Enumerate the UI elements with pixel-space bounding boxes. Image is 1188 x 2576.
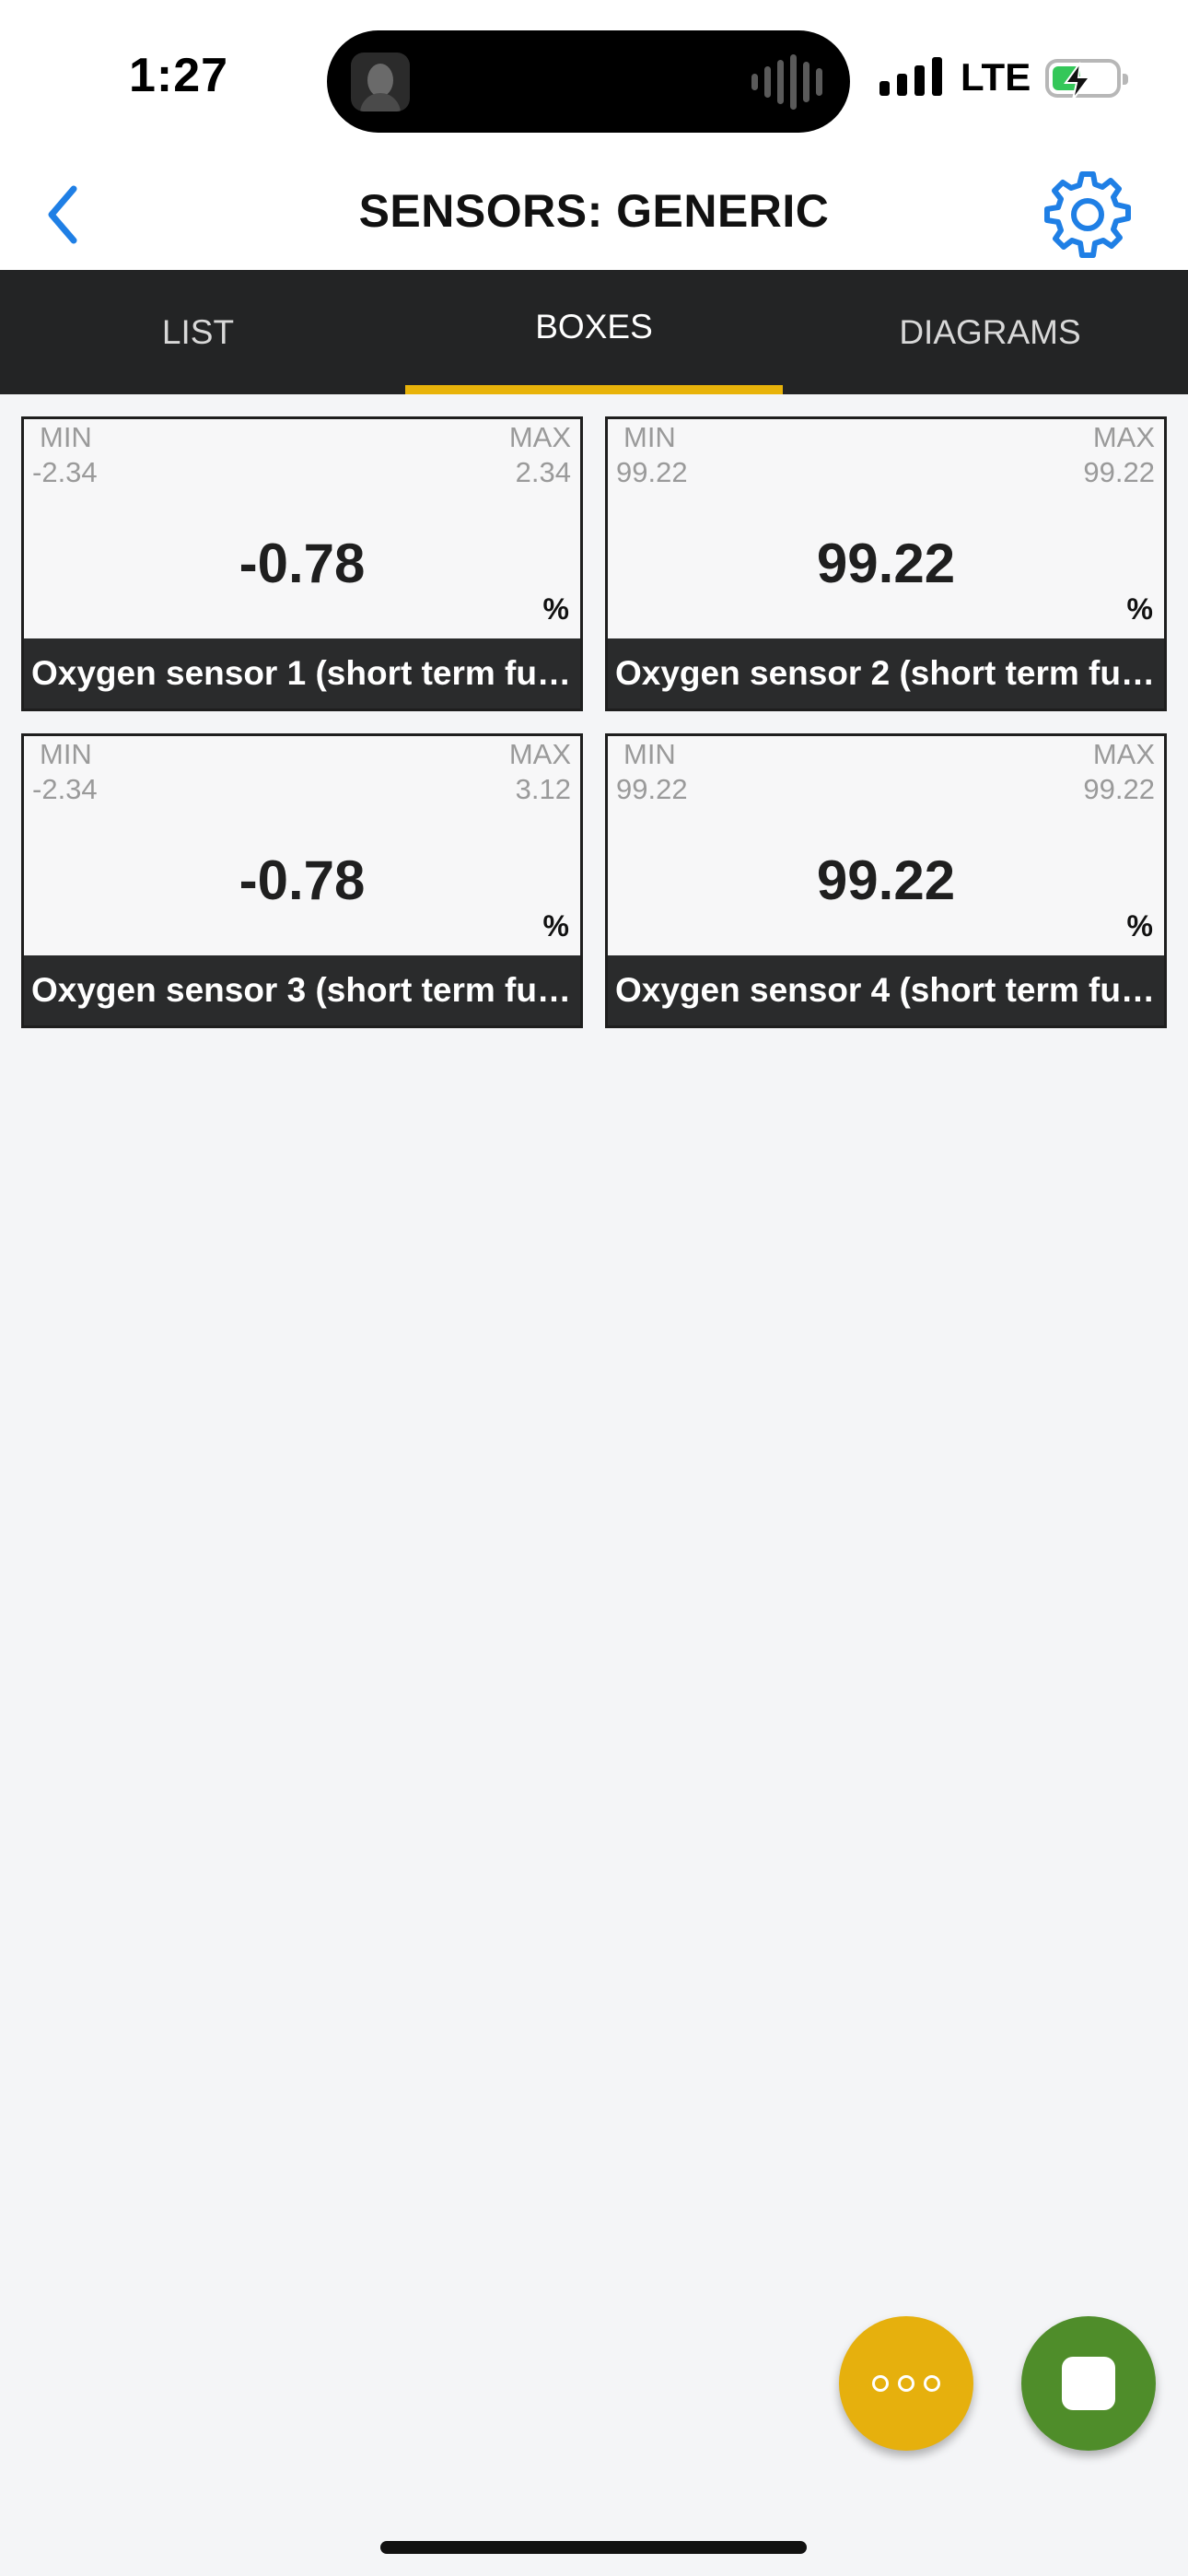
- min-label: MIN: [40, 421, 92, 453]
- tab-boxes[interactable]: BOXES: [396, 270, 792, 394]
- max-value: 2.34: [515, 456, 571, 488]
- audio-waveform-icon: [751, 54, 822, 110]
- gear-icon: [1044, 171, 1131, 258]
- sensor-value: -0.78: [239, 849, 366, 911]
- min-label: MIN: [623, 421, 676, 453]
- sensor-box[interactable]: MIN -2.34 MAX 2.34 -0.78 % Oxygen sensor…: [21, 416, 583, 711]
- sensor-value: 99.22: [816, 849, 956, 911]
- dynamic-island: [327, 30, 850, 133]
- max-label: MAX: [1092, 738, 1155, 770]
- status-time: 1:27: [129, 49, 229, 102]
- active-tab-indicator: [405, 385, 783, 394]
- sensor-value: -0.78: [239, 533, 366, 594]
- status-bar: 1:27 LTE: [0, 0, 1188, 157]
- min-value: 99.22: [616, 456, 688, 488]
- tab-diagrams[interactable]: DIAGRAMS: [792, 270, 1188, 394]
- stop-icon: [1062, 2357, 1115, 2410]
- home-indicator[interactable]: [380, 2541, 807, 2554]
- tab-diagrams-label: DIAGRAMS: [899, 313, 1081, 351]
- sensor-unit: %: [542, 909, 569, 943]
- tab-boxes-label: BOXES: [535, 308, 653, 345]
- sensor-unit: %: [542, 592, 569, 626]
- now-playing-artwork: [351, 53, 410, 111]
- navigation-bar: SENSORS: GENERIC: [0, 157, 1188, 270]
- max-value: 99.22: [1083, 773, 1155, 805]
- max-value: 99.22: [1083, 456, 1155, 488]
- sensor-unit: %: [1126, 592, 1153, 626]
- min-label: MIN: [623, 738, 676, 770]
- max-value: 3.12: [515, 773, 571, 805]
- sensor-box[interactable]: MIN 99.22 MAX 99.22 99.22 % Oxygen senso…: [605, 416, 1167, 711]
- max-label: MAX: [508, 738, 571, 770]
- sensor-box[interactable]: MIN -2.34 MAX 3.12 -0.78 % Oxygen sensor…: [21, 733, 583, 1028]
- back-button[interactable]: [26, 173, 99, 256]
- tab-list[interactable]: LIST: [0, 270, 396, 394]
- cellular-signal-icon: [879, 55, 942, 96]
- settings-button[interactable]: [1039, 166, 1136, 263]
- min-value: 99.22: [616, 773, 688, 805]
- min-value: -2.34: [32, 773, 98, 805]
- sensor-name: Oxygen sensor 3 (short term fu…: [24, 955, 580, 1025]
- battery-charging-icon: [1045, 59, 1128, 100]
- min-label: MIN: [40, 738, 92, 770]
- sensor-unit: %: [1126, 909, 1153, 943]
- stop-button[interactable]: [1021, 2316, 1156, 2451]
- tab-list-label: LIST: [161, 313, 235, 351]
- sensor-value: 99.22: [816, 533, 956, 594]
- page-title: SENSORS: GENERIC: [358, 185, 830, 237]
- sensor-name: Oxygen sensor 2 (short term fu…: [608, 638, 1164, 708]
- max-label: MAX: [1092, 421, 1155, 453]
- tab-bar: LIST BOXES DIAGRAMS: [0, 270, 1188, 394]
- network-type: LTE: [961, 55, 1031, 99]
- sensor-name: Oxygen sensor 4 (short term fu…: [608, 955, 1164, 1025]
- more-options-button[interactable]: [839, 2316, 973, 2451]
- sensor-box[interactable]: MIN 99.22 MAX 99.22 99.22 % Oxygen senso…: [605, 733, 1167, 1028]
- chevron-left-icon: [48, 185, 77, 244]
- sensor-name: Oxygen sensor 1 (short term fu…: [24, 638, 580, 708]
- max-label: MAX: [508, 421, 571, 453]
- sensor-boxes-grid: MIN -2.34 MAX 2.34 -0.78 % Oxygen sensor…: [21, 416, 1167, 1028]
- min-value: -2.34: [32, 456, 98, 488]
- more-dots-icon: [872, 2375, 940, 2392]
